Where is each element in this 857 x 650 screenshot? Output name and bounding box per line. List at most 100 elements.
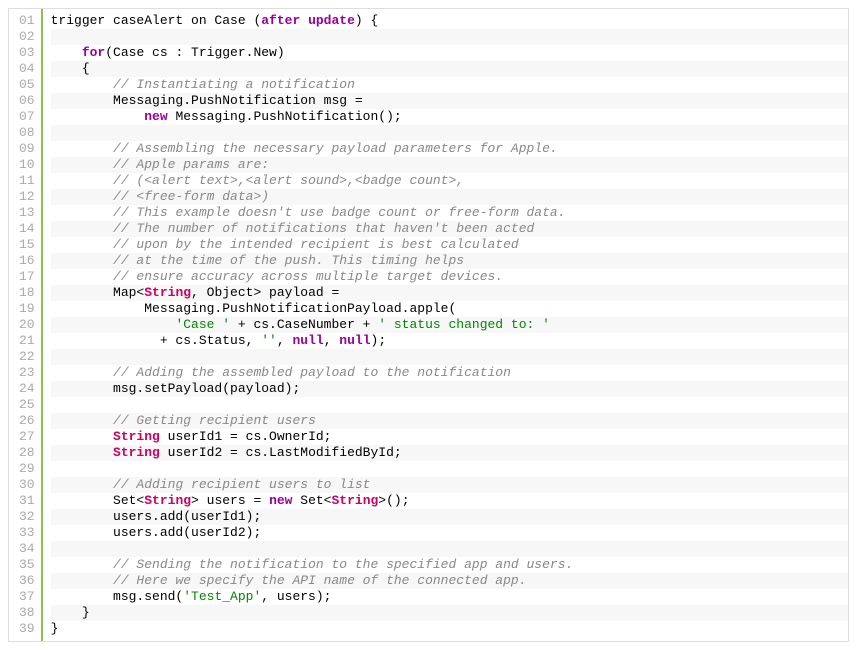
code-line: Messaging.PushNotification msg =	[51, 93, 848, 109]
code-line: // The number of notifications that have…	[51, 221, 848, 237]
line-number: 14	[19, 221, 35, 237]
line-number: 39	[19, 621, 35, 637]
code-line: // Here we specify the API name of the c…	[51, 573, 848, 589]
token-plain	[51, 477, 113, 492]
code-line: + cs.Status, '', null, null);	[51, 333, 848, 349]
code-block: 0102030405060708091011121314151617181920…	[8, 8, 849, 642]
token-plain: Set<	[51, 493, 145, 508]
token-comment: // upon by the intended recipient is bes…	[113, 237, 519, 252]
line-number: 22	[19, 349, 35, 365]
line-number: 09	[19, 141, 35, 157]
line-number: 31	[19, 493, 35, 509]
token-plain	[51, 189, 113, 204]
token-plain	[51, 413, 113, 428]
token-keyword-purple: for	[82, 45, 105, 60]
token-plain: msg.setPayload(payload);	[51, 381, 301, 396]
token-type: String	[113, 445, 160, 460]
line-number: 37	[19, 589, 35, 605]
token-plain: , Object> payload =	[191, 285, 339, 300]
code-line: // upon by the intended recipient is bes…	[51, 237, 848, 253]
code-line: // Adding recipient users to list	[51, 477, 848, 493]
token-comment: // (<alert text>,<alert sound>,<badge co…	[113, 173, 464, 188]
line-number: 06	[19, 93, 35, 109]
token-string: ''	[261, 333, 277, 348]
token-plain: + cs.Status,	[51, 333, 262, 348]
token-plain: ) {	[355, 13, 378, 28]
line-number: 18	[19, 285, 35, 301]
line-number: 02	[19, 29, 35, 45]
code-line: // Apple params are:	[51, 157, 848, 173]
token-string: ' status changed to: '	[378, 317, 550, 332]
line-number: 34	[19, 541, 35, 557]
token-plain	[51, 173, 113, 188]
token-plain	[51, 317, 176, 332]
code-line: trigger caseAlert on Case (after update)…	[51, 13, 848, 29]
code-line: // This example doesn't use badge count …	[51, 205, 848, 221]
line-number: 16	[19, 253, 35, 269]
token-type: String	[144, 493, 191, 508]
code-line: {	[51, 61, 848, 77]
line-number: 17	[19, 269, 35, 285]
token-comment: // ensure accuracy across multiple targe…	[113, 269, 503, 284]
code-line: // Sending the notification to the speci…	[51, 557, 848, 573]
token-plain	[51, 365, 113, 380]
token-type: String	[331, 493, 378, 508]
token-plain: }	[51, 605, 90, 620]
code-line: users.add(userId2);	[51, 525, 848, 541]
token-keyword-purple: new	[269, 493, 292, 508]
token-plain	[51, 157, 113, 172]
code-line	[51, 349, 848, 365]
token-comment: // Instantiating a notification	[113, 77, 355, 92]
line-number: 08	[19, 125, 35, 141]
token-plain: ,	[324, 333, 340, 348]
code-line: 'Case ' + cs.CaseNumber + ' status chang…	[51, 317, 848, 333]
token-plain: ,	[277, 333, 293, 348]
line-number: 13	[19, 205, 35, 221]
line-number: 27	[19, 429, 35, 445]
token-comment: // Adding recipient users to list	[113, 477, 370, 492]
line-number: 33	[19, 525, 35, 541]
token-plain	[51, 445, 113, 460]
line-number: 32	[19, 509, 35, 525]
token-keyword-purple: null	[292, 333, 323, 348]
code-content: trigger caseAlert on Case (after update)…	[43, 9, 848, 641]
line-number: 04	[19, 61, 35, 77]
token-string: 'Test_App'	[183, 589, 261, 604]
code-line: // at the time of the push. This timing …	[51, 253, 848, 269]
line-number: 11	[19, 173, 35, 189]
code-line: msg.send('Test_App', users);	[51, 589, 848, 605]
token-plain: Messaging.PushNotification();	[168, 109, 402, 124]
token-plain	[51, 45, 82, 60]
token-comment: // Adding the assembled payload to the n…	[113, 365, 511, 380]
line-number: 38	[19, 605, 35, 621]
token-comment: // Apple params are:	[113, 157, 269, 172]
token-comment: // <free-form data>)	[113, 189, 269, 204]
token-plain	[51, 253, 113, 268]
line-number: 24	[19, 381, 35, 397]
token-comment: // Sending the notification to the speci…	[113, 557, 573, 572]
token-plain	[51, 573, 113, 588]
token-plain: users.add(userId1);	[51, 509, 262, 524]
token-comment: // at the time of the push. This timing …	[113, 253, 464, 268]
code-line: // ensure accuracy across multiple targe…	[51, 269, 848, 285]
token-type: String	[144, 285, 191, 300]
token-keyword-purple: null	[339, 333, 370, 348]
line-number: 05	[19, 77, 35, 93]
line-number: 12	[19, 189, 35, 205]
token-plain	[51, 77, 113, 92]
token-plain	[51, 109, 145, 124]
code-line: Map<String, Object> payload =	[51, 285, 848, 301]
token-plain: );	[371, 333, 387, 348]
line-number: 21	[19, 333, 35, 349]
code-line: // Assembling the necessary payload para…	[51, 141, 848, 157]
token-plain: Messaging.PushNotification msg =	[51, 93, 363, 108]
line-number: 28	[19, 445, 35, 461]
token-plain: {	[51, 61, 90, 76]
token-plain: (Case cs : Trigger.New)	[105, 45, 284, 60]
code-line	[51, 461, 848, 477]
token-keyword-purple: update	[308, 13, 355, 28]
token-plain: msg.send(	[51, 589, 184, 604]
token-plain: Messaging.PushNotificationPayload.apple(	[51, 301, 457, 316]
line-number: 36	[19, 573, 35, 589]
code-line	[51, 125, 848, 141]
